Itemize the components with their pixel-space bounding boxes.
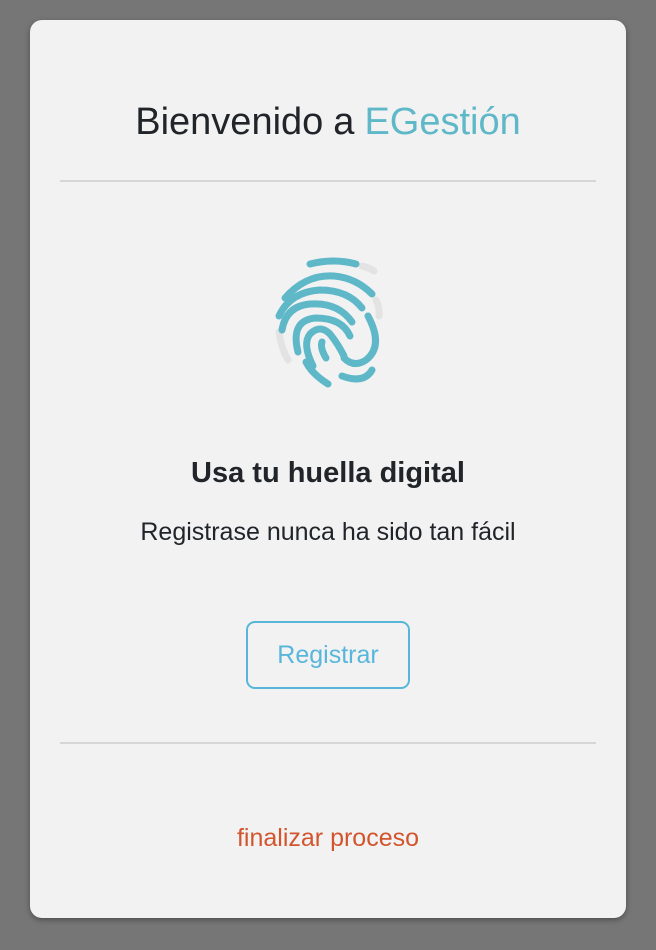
welcome-card: Bienvenido a EGestión Usa tu huella digita… [30,20,626,918]
title-connector: a [333,101,355,143]
title-prefix: Bienvenido [135,101,324,143]
page-title: Bienvenido a EGestión [30,96,626,148]
top-divider [60,180,596,182]
bottom-divider [60,742,596,744]
fingerprint-icon [275,257,383,388]
tagline-text: Registrase nunca ha sido tan fácil [140,518,516,546]
finish-process-link[interactable]: finalizar proceso [30,820,626,856]
fingerprint-heading: Usa tu huella digital [191,457,465,489]
brand-name: EGestión [364,101,521,143]
register-button[interactable]: Registrar [246,621,410,689]
